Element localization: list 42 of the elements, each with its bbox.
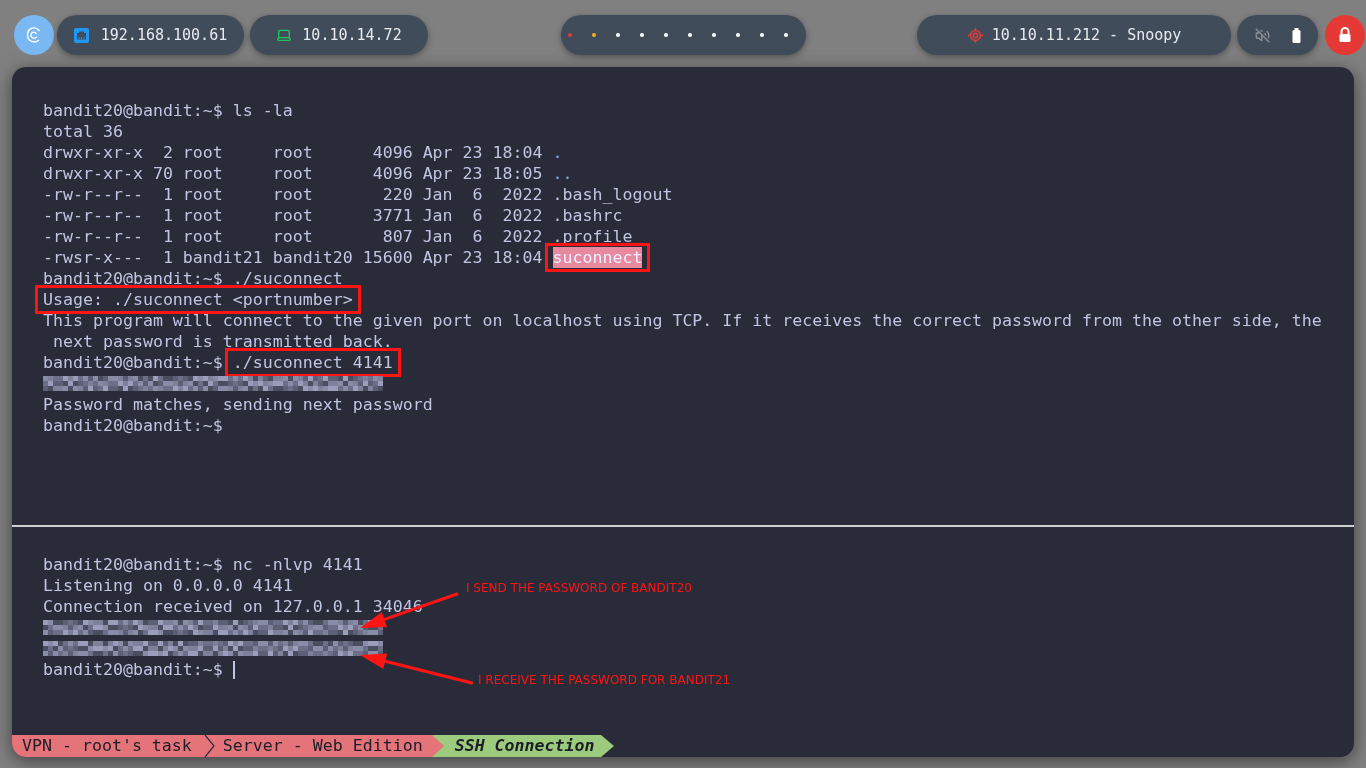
- file-details: -rwsr-x--- 1 bandit21 bandit20 15600 Apr 23 18:04: [43, 247, 543, 268]
- command-text: ./suconnect 4141: [232, 352, 393, 373]
- file-name: .profile: [552, 226, 633, 247]
- laptop-icon: [276, 27, 293, 43]
- ip-address: 192.168.100.61: [100, 24, 228, 46]
- ip-address: 10.10.14.72: [302, 24, 402, 46]
- output-text: This program will connect to the given port on localhost using TCP. If it receives the correct password from the other side, the: [43, 310, 1322, 331]
- file-name: ..: [552, 163, 573, 184]
- command-text: nc -nlvp 4141: [232, 554, 363, 575]
- target-address: 10.10.11.212 - Snoopy: [991, 24, 1182, 46]
- command-text: ls -la: [232, 100, 293, 121]
- terminal-tab[interactable]: VPN - root's task: [12, 735, 200, 757]
- file-details: -rw-r--r-- 1 root root 3771 Jan 6 2022: [43, 205, 543, 226]
- battery-icon[interactable]: [1291, 27, 1301, 43]
- arrow-tip-icon: [600, 735, 614, 757]
- file-details: -rw-r--r-- 1 root root 220 Jan 6 2022: [43, 184, 543, 205]
- shell-prompt: bandit20@bandit:~$: [43, 352, 223, 373]
- output-text: Listening on 0.0.0.0 4141: [43, 575, 293, 596]
- file-name: .bash_logout: [552, 184, 673, 205]
- command-text: ./suconnect: [232, 268, 343, 289]
- file-name: suconnect: [552, 247, 643, 268]
- shell-prompt: bandit20@bandit:~$: [43, 268, 223, 289]
- output-text: total 36: [43, 121, 123, 142]
- annotation-note: I SEND THE PASSWORD OF BANDIT20: [466, 581, 692, 595]
- annotation-note: I RECEIVE THE PASSWORD FOR BANDIT21: [478, 673, 731, 687]
- shell-prompt: bandit20@bandit:~$: [43, 554, 223, 575]
- file-name: .: [552, 142, 563, 163]
- ethernet-port-icon: [73, 27, 89, 43]
- output-text: Password matches, sending next password: [43, 394, 433, 415]
- mute-icon[interactable]: [1254, 27, 1270, 43]
- shell-prompt: bandit20@bandit:~$: [43, 659, 223, 680]
- file-details: drwxr-xr-x 70 root root 4096 Apr 23 18:05: [43, 163, 543, 184]
- output-text: next password is transmitted back.: [52, 331, 393, 352]
- swirl-logo-icon[interactable]: [14, 15, 54, 55]
- file-name: .bashrc: [552, 205, 623, 226]
- shell-prompt: bandit20@bandit:~$: [43, 100, 223, 121]
- lock-icon[interactable]: [1325, 15, 1365, 55]
- crosshair-icon: [966, 26, 984, 44]
- shell-prompt: bandit20@bandit:~$: [43, 415, 223, 436]
- output-text: Usage: ./suconnect <portnumber>: [43, 289, 353, 310]
- file-details: drwxr-xr-x 2 root root 4096 Apr 23 18:04: [43, 142, 543, 163]
- file-details: -rw-r--r-- 1 root root 807 Jan 6 2022: [43, 226, 543, 247]
